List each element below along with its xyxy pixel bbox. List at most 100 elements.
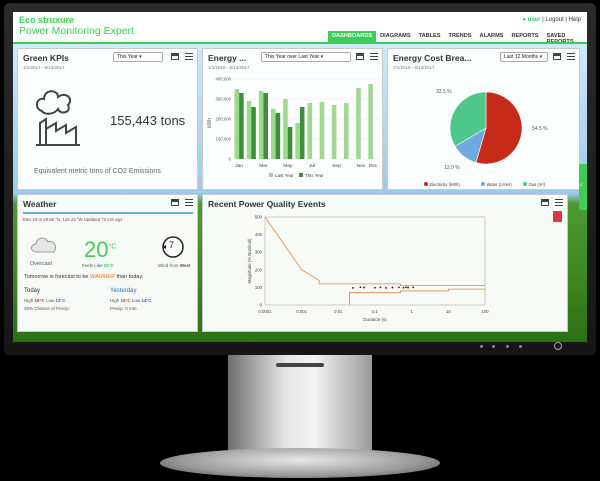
bar	[368, 84, 373, 159]
co2-value: 155,443 tons	[110, 113, 186, 128]
y-axis-label: kWh	[207, 118, 213, 128]
screen: Eco struxure Power Monitoring Expert ● u…	[13, 12, 587, 342]
yesterday-label: Yesterday	[110, 288, 137, 294]
menu-icon[interactable]	[185, 199, 193, 206]
main-nav: DASHBOARDS DIAGRAMS TABLES TRENDS ALARMS…	[328, 31, 587, 45]
app-title: Power Monitoring Expert	[19, 25, 134, 37]
event-point	[391, 286, 394, 289]
user-icon: ●	[522, 17, 527, 23]
yesterday-high-low: High 15°C Low 14°C	[110, 298, 152, 303]
user-link[interactable]: user	[528, 17, 541, 23]
x-tick-label: 0.0001	[258, 309, 272, 314]
menu-icon[interactable]	[555, 199, 563, 206]
power-icon[interactable]	[554, 342, 562, 350]
bar	[246, 101, 252, 159]
panel-title: Recent Power Quality Events	[208, 199, 326, 209]
x-tick-label: 100	[481, 309, 489, 314]
today-high-low: High 16°C Low 13°C	[24, 298, 66, 303]
tab-alarms[interactable]: ALARMS	[476, 31, 508, 42]
legend-label: Last Year	[275, 173, 294, 178]
yesterday-precip: Precip. 0 mm	[110, 306, 137, 311]
slice-label: 33.5 %	[436, 89, 452, 95]
side-panel-toggle[interactable]	[579, 164, 587, 210]
period-select[interactable]: This Year over Last Year ▾	[261, 52, 351, 62]
bar	[234, 89, 240, 159]
tab-dashboards[interactable]: DASHBOARDS	[328, 31, 377, 42]
app-header: Eco struxure Power Monitoring Expert ● u…	[13, 12, 587, 45]
power-quality-panel: Recent Power Quality Events 500 400 300 200…	[202, 194, 568, 332]
bar	[251, 107, 256, 159]
bar	[275, 113, 281, 159]
bar	[271, 109, 276, 159]
legend-label: This Year	[305, 173, 324, 178]
tab-tables[interactable]: TABLES	[415, 31, 445, 42]
x-tick-label: Jul	[309, 163, 315, 169]
y-tick-label: 300	[255, 250, 263, 255]
event-point	[379, 286, 382, 289]
separator: |	[565, 17, 567, 23]
y-tick-label: 200,000	[215, 117, 231, 122]
bar	[287, 127, 293, 159]
bar	[356, 88, 361, 159]
legend-swatch	[299, 173, 303, 177]
tab-saved-reports[interactable]: SAVED REPORTS	[543, 31, 587, 45]
today-precip: 30% Chance of Precip.	[24, 306, 71, 311]
window-icon[interactable]	[356, 53, 364, 60]
panel-title: Energy ...	[208, 53, 247, 63]
window-icon[interactable]	[553, 53, 561, 60]
bar	[344, 103, 349, 159]
energy-panel: Energy ... 1/1/2016 - 6/13/2017 This Yea…	[202, 48, 383, 190]
x-tick-label: Nov	[356, 163, 365, 169]
x-axis-label: Duration (s)	[363, 317, 387, 322]
bar	[307, 103, 313, 159]
green-kpis-panel: Green KPIs 1/1/2017 - 6/13/2017 This Yea…	[17, 48, 198, 190]
forecast: Tomorrow is forecast to be WARMER than t…	[24, 274, 144, 280]
stand-slot	[276, 363, 324, 367]
bar	[258, 91, 264, 159]
bar	[299, 107, 305, 159]
condition-label: Overcast	[30, 261, 53, 267]
slice-label: 54.5 %	[532, 126, 548, 132]
legend-label: Water (Litres)	[487, 182, 513, 187]
y-tick-label: 300,000	[215, 97, 231, 102]
y-axis-label: Magnitude (% Nominal)	[247, 238, 252, 283]
event-point	[405, 286, 407, 289]
x-tick-label: Mar	[259, 163, 268, 169]
power-led	[492, 345, 495, 348]
energy-cost-panel: Energy Cost Brea... 7/1/2016 - 6/13/2017…	[387, 48, 580, 190]
itic-upper-curve	[264, 216, 485, 287]
energy-bar-chart: 400,000 300,000 200,000 100,000 0 kWh Jan Mar Ma…	[207, 77, 379, 178]
bar	[239, 93, 244, 159]
y-tick-label: 0	[229, 157, 232, 162]
temperature: 20°C	[84, 237, 117, 262]
x-tick-label: 1	[410, 309, 413, 314]
legend-label: Gas (m³)	[529, 182, 546, 187]
x-tick-label: Dec	[369, 163, 378, 169]
panel-title: Energy Cost Brea...	[393, 53, 472, 63]
station-info: Elev 19 m 48.65 °N, 123.43 °W Updated 72…	[23, 217, 123, 222]
event-point	[352, 287, 354, 289]
tab-diagrams[interactable]: DIAGRAMS	[376, 31, 414, 42]
event-point	[385, 287, 387, 289]
wind-speed: 7	[169, 240, 175, 250]
period-select[interactable]: Last 12 Months ▾	[500, 52, 548, 62]
menu-icon[interactable]	[185, 53, 193, 60]
tab-reports[interactable]: REPORTS	[507, 31, 542, 42]
menu-icon[interactable]	[567, 53, 575, 60]
co2-caption: Equivalent metric tons of CO2 Emissions	[34, 168, 161, 175]
logout-link[interactable]: Logout	[545, 17, 563, 23]
menu-icon[interactable]	[370, 53, 378, 60]
factory-icon	[36, 90, 80, 146]
y-tick-label: 200	[255, 267, 263, 272]
period-select[interactable]: This Year ▾	[113, 52, 163, 62]
x-tick-label: Sep	[332, 163, 341, 169]
window-icon[interactable]	[171, 53, 179, 60]
help-link[interactable]: Help	[569, 17, 581, 23]
event-point	[398, 286, 400, 289]
event-point	[407, 286, 410, 289]
window-icon[interactable]	[171, 199, 179, 206]
tab-trends[interactable]: TRENDS	[445, 31, 476, 42]
bar	[319, 102, 325, 159]
legend-swatch	[424, 182, 428, 186]
window-icon[interactable]	[541, 199, 549, 206]
